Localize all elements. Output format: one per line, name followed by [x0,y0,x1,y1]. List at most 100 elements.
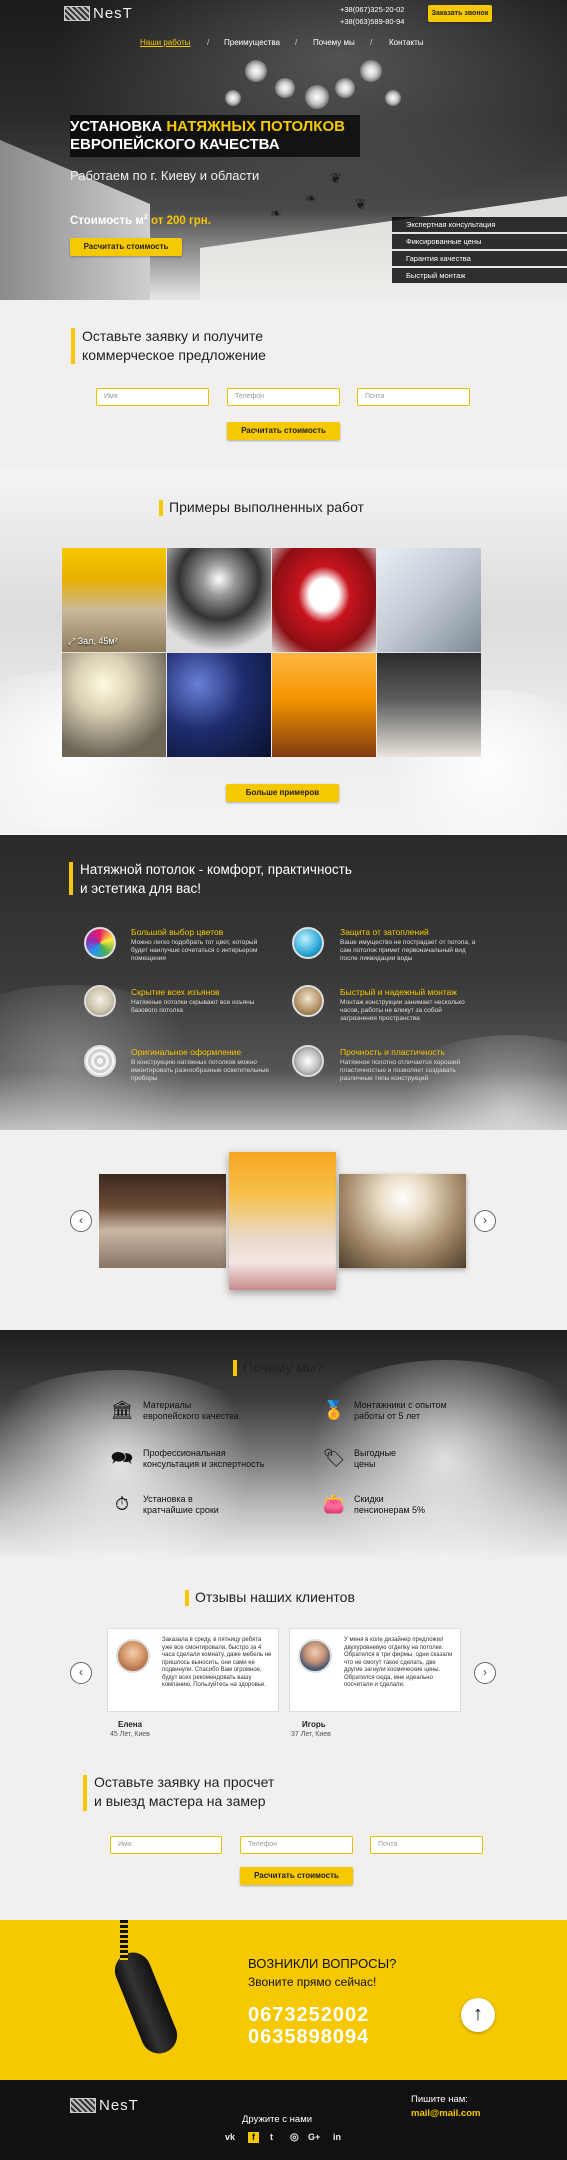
footer-email[interactable]: mail@mail.com [411,2108,480,2119]
why-us-section: Почему мы? 🏛 Материалы европейского качес… [0,1330,567,1560]
why-item-line: Профессиональная [143,1448,226,1458]
floral-decor: ❧ [270,205,282,221]
work-photo[interactable] [62,653,166,757]
phone-input[interactable]: Телефон [240,1836,353,1854]
email-input[interactable]: Почта [370,1836,483,1854]
phone-input[interactable]: Телефон [227,388,340,406]
name-input[interactable]: Имя [110,1836,222,1854]
hero-section: ❦ ❧ ❦ ❧ NesT +38(067)325-20-02 +38(063)5… [0,0,567,300]
hero-price: Стоимость м2 от 200 грн. [70,214,211,227]
comfort-item-title: Оригинальное оформление [131,1047,242,1057]
request-heading: Оставьте заявку и получите коммерческое … [82,327,266,365]
comfort-item-title: Прочность и пластичность [340,1047,445,1057]
twitter-icon[interactable]: t [270,2132,273,2142]
reviews-next-button[interactable]: › [474,1662,496,1684]
slider-prev-button[interactable]: ‹ [70,1210,92,1232]
phone-number[interactable]: +38(063)589-80-94 [340,16,404,28]
request-heading-line1: Оставьте заявку и получите [82,328,263,344]
ceiling-flaw-icon [84,985,116,1017]
review-text: У меня в коле дизайнер предложил двухуро… [344,1637,453,1688]
comfort-item-text: В конструкцию натяжных потолков можно вм… [131,1059,270,1082]
comfort-item-title: Скрытие всех изъянов [131,987,220,997]
work-photo[interactable] [167,548,271,652]
review-card: У меня в коле дизайнер предложил двухуро… [289,1628,461,1712]
comfort-heading-line2: и эстетика для вас! [80,881,202,896]
floral-decor: ❦ [330,170,342,186]
work-photo[interactable] [377,548,481,652]
work-photo[interactable] [272,548,376,652]
work-photo[interactable] [272,653,376,757]
water-drop-icon [292,927,324,959]
nav-advantages[interactable]: Преимущества [224,38,280,47]
request2-submit-button[interactable]: Расчитать стоимость [240,1867,353,1885]
review-card: Заказала в среду, в пятницу ребята уже в… [107,1628,279,1712]
request-submit-button[interactable]: Расчитать стоимость [227,422,340,440]
comfort-heading-line1: Натяжной потолок - комфорт, практичность [80,862,352,877]
why-item-line: Установка в [143,1494,193,1504]
photo-slider-section: ‹ › [0,1130,567,1330]
work-photo[interactable]: ⤢ Зал, 45м² [62,548,166,652]
reviewer-name: Елена [118,1720,143,1729]
nav-separator: / [207,38,210,47]
logo-text: NesT [93,4,133,22]
comfort-section: Натяжной потолок - комфорт, практичность… [0,835,567,1130]
landing-page: { "header": { "logo_text": "NesT", "phon… [0,0,567,2160]
feature-item: Быстрый монтаж [392,268,567,283]
why-item-line: пенсионерам 5% [354,1505,426,1515]
reviewer-name: Игорь [302,1720,326,1729]
price-tag-icon: 🏷 [322,1448,346,1468]
nav-works[interactable]: Наши работы [140,38,191,47]
email-input[interactable]: Почта [357,388,470,406]
nav-why-us[interactable]: Почему мы [313,38,355,47]
why-item-text: Монтажники с опытом работы от 5 лет [354,1400,447,1422]
hero-calculate-button[interactable]: Расчитать стоимость [70,238,182,256]
chandelier-ball [385,90,401,106]
call-request-button[interactable]: Заказать звонок [428,5,492,22]
floral-decor: ❧ [305,190,317,206]
questions-phone[interactable]: 0673252002 [248,2004,369,2027]
comfort-heading: Натяжной потолок - комфорт, практичность… [80,860,352,898]
slider-photo[interactable] [339,1174,466,1268]
linkedin-icon[interactable]: in [333,2132,341,2142]
why-heading: Почему мы? [243,1359,324,1375]
footer-logo[interactable]: NesT [70,2096,139,2114]
chandelier-ball [245,60,267,82]
more-works-button[interactable]: Больше примеров [226,784,339,802]
slider-photo[interactable] [99,1174,226,1268]
phone-number[interactable]: +38(067)325-20-02 [340,4,404,16]
slider-photo-active[interactable] [229,1152,336,1290]
chandelier-ball [225,90,241,106]
request-heading-line2: коммерческое предложение [82,347,266,363]
reviewer-info: 37 Лет, Киев [291,1731,331,1738]
why-item-text: Профессиональная консультация и экспертно… [143,1448,264,1470]
logo[interactable]: NesT [64,4,133,22]
hero-title-line2: ЕВРОПЕЙСКОГО КАЧЕСТВА [70,136,280,153]
vk-icon[interactable]: vk [225,2132,235,2142]
scroll-top-button[interactable]: ↑ [461,1998,495,2032]
wallet-icon: 👛 [322,1494,346,1514]
instagram-icon[interactable]: ◎ [290,2132,299,2143]
slider-next-button[interactable]: › [474,1210,496,1232]
review-text: Заказала в среду, в пятницу ребята уже в… [162,1637,272,1688]
work-photo-label-text: Зал, 45м² [77,636,118,646]
questions-phone[interactable]: 0635898094 [248,2026,369,2049]
comfort-item-text: Натяжные потолки скрывают все изъяны баз… [131,999,255,1014]
chandelier-ball [360,60,382,82]
why-item-line: Скидки [354,1494,384,1504]
questions-line2: Звоните прямо сейчас! [248,1975,377,1989]
reviewer-info: 45 Лет, Киев [110,1731,150,1738]
phone-cord-icon [120,1920,128,1960]
name-input[interactable]: Имя [96,388,209,406]
hero-subtitle: Работаем по г. Киеву и области [70,168,260,183]
why-item-line: консультация и экспертность [143,1459,265,1469]
nav-contacts[interactable]: Контакты [389,38,424,47]
google-plus-icon[interactable]: G+ [308,2132,320,2142]
work-photo[interactable] [167,653,271,757]
feature-item: Экспертная консультация [392,217,567,232]
hero-title: УСТАНОВКА НАТЯЖНЫХ ПОТОЛКОВ ЕВРОПЕЙСКОГО… [70,118,345,154]
work-photo[interactable] [377,653,481,757]
reviews-prev-button[interactable]: ‹ [70,1662,92,1684]
facebook-icon[interactable]: f [248,2132,259,2143]
medal-icon: 🏅 [322,1400,346,1420]
feature-item: Гарантия качества [392,251,567,266]
